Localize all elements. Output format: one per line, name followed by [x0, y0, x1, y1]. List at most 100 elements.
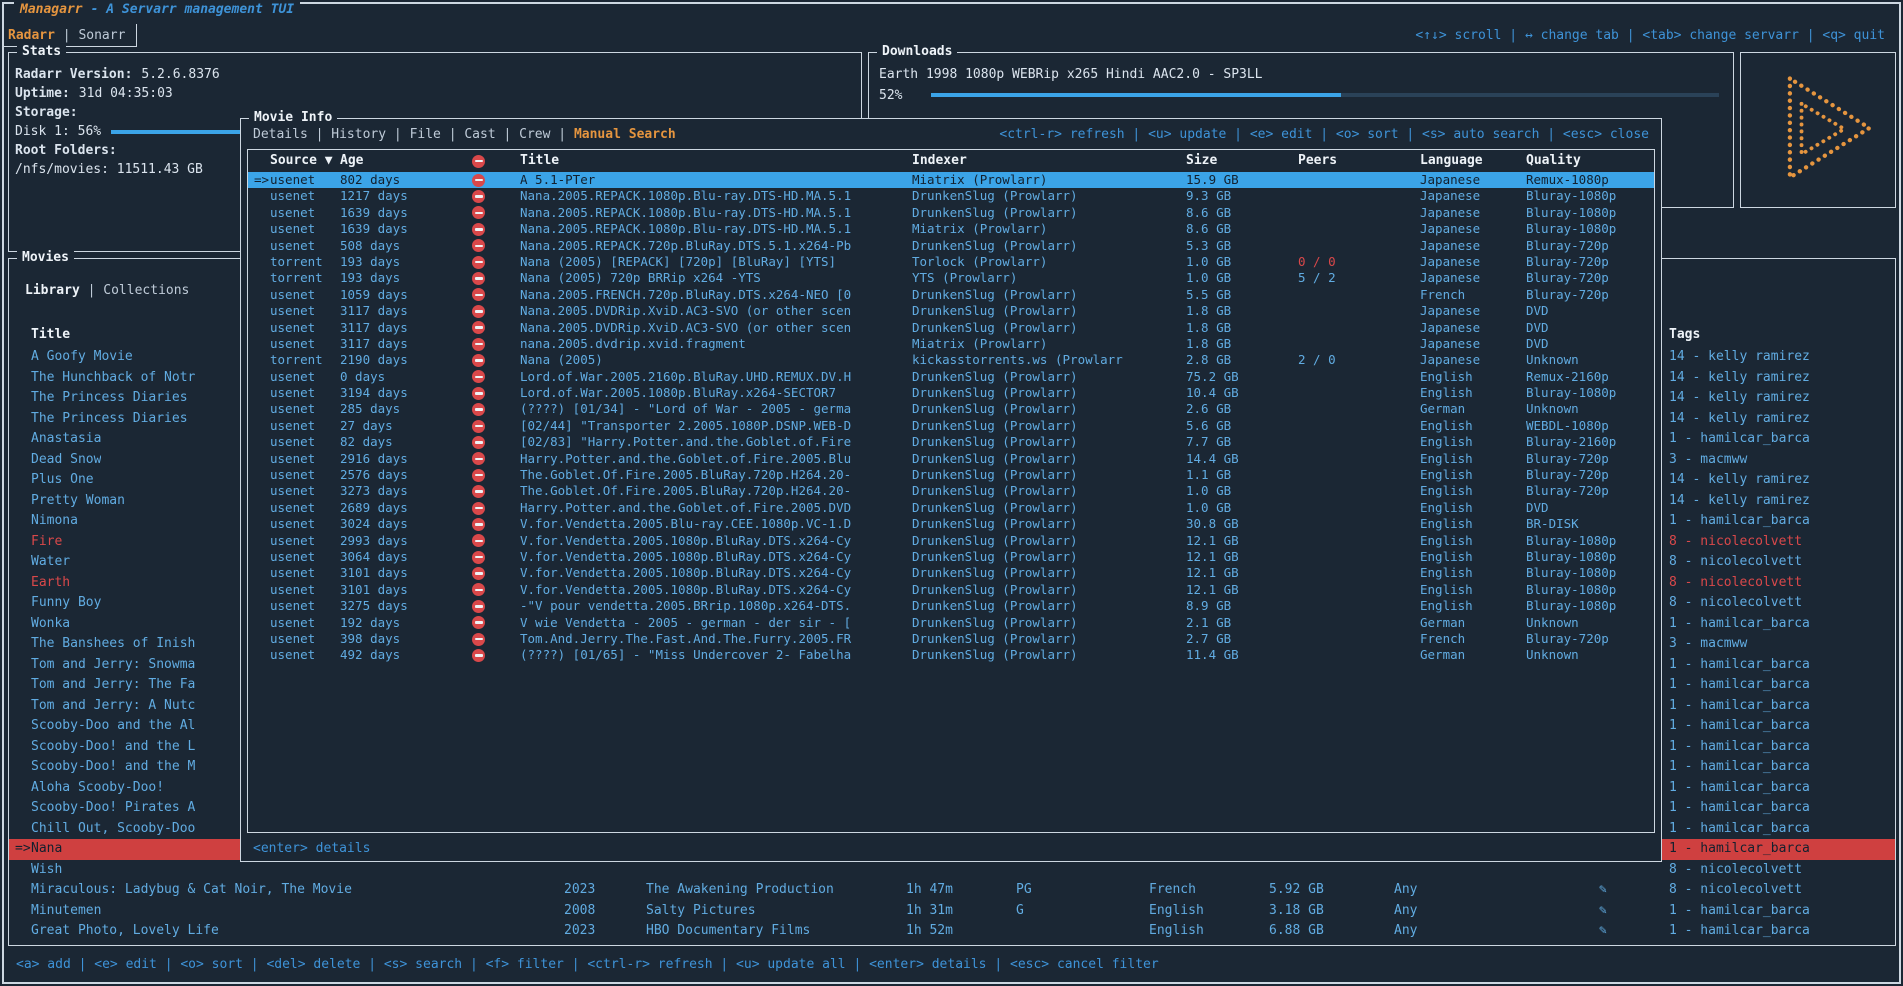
- search-result-row[interactable]: usenet 3024 days V.for.Vendetta.2005.Blu…: [248, 516, 1654, 532]
- no-entry-icon: [472, 485, 485, 498]
- servarr-tab[interactable]: Radarr: [8, 26, 78, 46]
- peers-cell: [1298, 336, 1420, 352]
- reject-cell: [470, 205, 520, 221]
- age-cell: 0 days: [340, 369, 470, 385]
- source-cell: usenet: [270, 221, 340, 237]
- size-cell: 12.1 GB: [1186, 582, 1298, 598]
- search-result-row[interactable]: usenet 82 days [02/83] "Harry.Potter.and…: [248, 434, 1654, 450]
- library-tab[interactable]: Library: [25, 281, 103, 301]
- release-title-cell: Nana.2005.REPACK.1080p.Blu-ray.DTS-HD.MA…: [520, 188, 912, 204]
- modal-tab[interactable]: Crew: [519, 127, 574, 142]
- indexer-cell: YTS (Prowlarr): [912, 270, 1186, 286]
- modal-tab[interactable]: File: [410, 127, 465, 142]
- search-result-row[interactable]: usenet 3194 days Lord.of.War.2005.1080p.…: [248, 385, 1654, 401]
- tags-column-header[interactable]: Tags: [1669, 325, 1700, 345]
- search-result-row[interactable]: usenet 2916 days Harry.Potter.and.the.Go…: [248, 451, 1654, 467]
- quality-header[interactable]: Quality: [1526, 150, 1654, 172]
- search-result-row[interactable]: usenet 3273 days The.Goblet.Of.Fire.2005…: [248, 483, 1654, 499]
- search-result-row[interactable]: usenet 3117 days Nana.2005.DVDRip.XviD.A…: [248, 303, 1654, 319]
- age-cell: 2916 days: [340, 451, 470, 467]
- search-result-row[interactable]: usenet 3101 days V.for.Vendetta.2005.108…: [248, 582, 1654, 598]
- search-result-row[interactable]: usenet 1639 days Nana.2005.REPACK.1080p.…: [248, 205, 1654, 221]
- search-result-row[interactable]: usenet 3275 days -"V pour vendetta.2005.…: [248, 598, 1654, 614]
- size-cell: 75.2 GB: [1186, 369, 1298, 385]
- indexer-cell: Miatrix (Prowlarr): [912, 336, 1186, 352]
- language-cell: English: [1420, 434, 1526, 450]
- size-header[interactable]: Size: [1186, 150, 1298, 172]
- search-result-row[interactable]: usenet 492 days (????) [01/65] - "Miss U…: [248, 647, 1654, 663]
- movie-title: Nimona: [31, 511, 78, 532]
- movie-title: Great Photo, Lovely Life: [31, 921, 219, 942]
- search-result-row[interactable]: usenet 2689 days Harry.Potter.and.the.Go…: [248, 500, 1654, 516]
- selection-arrow: [248, 500, 270, 516]
- no-entry-icon: [472, 567, 485, 580]
- release-title-header[interactable]: Title: [520, 150, 912, 172]
- modal-tab[interactable]: Manual Search: [574, 127, 676, 142]
- movie-row[interactable]: Miraculous: Ladybug & Cat Noir, The Movi…: [9, 880, 1895, 901]
- search-result-row[interactable]: usenet 2993 days V.for.Vendetta.2005.108…: [248, 533, 1654, 549]
- search-result-row[interactable]: usenet 2576 days The.Goblet.Of.Fire.2005…: [248, 467, 1654, 483]
- download-percent: 52%: [879, 88, 921, 103]
- selection-arrow: [15, 655, 31, 676]
- movie-rating-cell: [1016, 921, 1149, 942]
- release-title-cell: V.for.Vendetta.2005.1080p.BluRay.DTS.x26…: [520, 549, 912, 565]
- search-result-row[interactable]: torrent 193 days Nana (2005) 720p BRRip …: [248, 270, 1654, 286]
- reject-header[interactable]: [470, 150, 520, 172]
- movie-title: Dead Snow: [31, 450, 101, 471]
- search-result-row[interactable]: usenet 3101 days V.for.Vendetta.2005.108…: [248, 565, 1654, 581]
- movie-language-cell: French: [1149, 880, 1269, 901]
- search-result-row[interactable]: usenet 508 days Nana.2005.REPACK.720p.Bl…: [248, 238, 1654, 254]
- search-result-row[interactable]: usenet 192 days V wie Vendetta - 2005 - …: [248, 615, 1654, 631]
- age-cell: 193 days: [340, 254, 470, 270]
- age-header[interactable]: Age: [340, 150, 470, 172]
- movie-row[interactable]: Great Photo, Lovely Life 2023 HBO Docume…: [9, 921, 1895, 942]
- reject-cell: [470, 254, 520, 270]
- modal-tab[interactable]: Details: [253, 127, 331, 142]
- search-result-row[interactable]: usenet 3117 days Nana.2005.DVDRip.XviD.A…: [248, 320, 1654, 336]
- no-entry-icon: [472, 190, 485, 203]
- search-result-row[interactable]: torrent 193 days Nana (2005) [REPACK] [7…: [248, 254, 1654, 270]
- movie-title: Nana: [31, 839, 62, 860]
- search-result-row[interactable]: usenet 3117 days nana.2005.dvdrip.xvid.f…: [248, 336, 1654, 352]
- peers-cell: [1298, 205, 1420, 221]
- size-cell: 1.1 GB: [1186, 467, 1298, 483]
- indexer-cell: Torlock (Prowlarr): [912, 254, 1186, 270]
- movie-runtime-cell: 1h 31m: [906, 901, 1016, 922]
- movie-row[interactable]: Minutemen 2008 Salty Pictures 1h 31m G E…: [9, 901, 1895, 922]
- age-cell: 2993 days: [340, 533, 470, 549]
- movie-row[interactable]: Wish 8 - nicolecolvett: [9, 860, 1895, 881]
- modal-tab[interactable]: Cast: [464, 127, 519, 142]
- no-entry-icon: [472, 518, 485, 531]
- search-result-row[interactable]: usenet 1059 days Nana.2005.FRENCH.720p.B…: [248, 287, 1654, 303]
- indexer-header[interactable]: Indexer: [912, 150, 1186, 172]
- search-result-row[interactable]: usenet 1217 days Nana.2005.REPACK.1080p.…: [248, 188, 1654, 204]
- servarr-tab[interactable]: Sonarr: [78, 26, 125, 46]
- selection-arrow: [15, 552, 31, 573]
- arrow-header-cell: [248, 150, 270, 172]
- search-result-row[interactable]: usenet 0 days Lord.of.War.2005.2160p.Blu…: [248, 369, 1654, 385]
- modal-tab[interactable]: History: [331, 127, 409, 142]
- language-header[interactable]: Language: [1420, 150, 1526, 172]
- source-header[interactable]: Source ▼: [270, 150, 340, 172]
- age-cell: 2190 days: [340, 352, 470, 368]
- reject-cell: [470, 352, 520, 368]
- library-tab[interactable]: Collections: [103, 281, 189, 301]
- size-cell: 14.4 GB: [1186, 451, 1298, 467]
- search-result-row[interactable]: usenet 285 days (????) [01/34] - "Lord o…: [248, 401, 1654, 417]
- download-item[interactable]: Earth 1998 1080p WEBRip x265 Hindi AAC2.…: [879, 65, 1723, 85]
- title-column-header[interactable]: Title: [31, 325, 70, 345]
- servarr-tabs: RadarrSonarr: [8, 26, 125, 46]
- size-cell: 1.8 GB: [1186, 336, 1298, 352]
- size-cell: 11.4 GB: [1186, 647, 1298, 663]
- quality-cell: DVD: [1526, 336, 1654, 352]
- release-title-cell: Nana (2005): [520, 352, 912, 368]
- no-entry-icon: [472, 436, 485, 449]
- search-result-row[interactable]: torrent 2190 days Nana (2005) kickasstor…: [248, 352, 1654, 368]
- search-result-row[interactable]: usenet 1639 days Nana.2005.REPACK.1080p.…: [248, 221, 1654, 237]
- peers-header[interactable]: Peers: [1298, 150, 1420, 172]
- search-result-row[interactable]: usenet 398 days Tom.And.Jerry.The.Fast.A…: [248, 631, 1654, 647]
- search-result-row[interactable]: usenet 27 days [02/44] "Transporter 2.20…: [248, 418, 1654, 434]
- search-result-row[interactable]: => usenet 802 days A 5.1-PTer Miatrix (P…: [248, 172, 1654, 188]
- no-entry-icon: [472, 583, 485, 596]
- search-result-row[interactable]: usenet 3064 days V.for.Vendetta.2005.108…: [248, 549, 1654, 565]
